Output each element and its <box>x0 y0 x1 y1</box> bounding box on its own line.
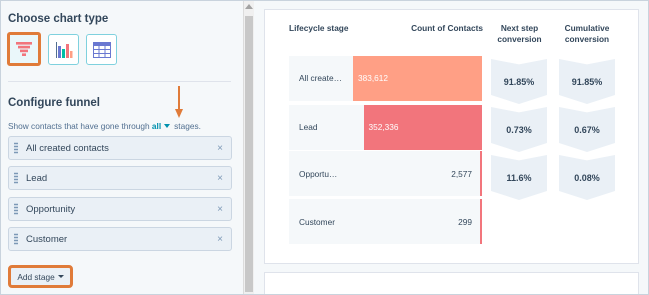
stage-label: Lead <box>26 172 48 184</box>
next-step-conversion-cell: 11.6% <box>491 155 547 200</box>
remove-stage-icon[interactable]: × <box>217 143 223 154</box>
remove-stage-icon[interactable]: × <box>217 204 223 215</box>
drag-handle-icon[interactable] <box>14 172 18 184</box>
chevron-down-icon <box>164 124 171 129</box>
header-lifecycle-stage: Lifecycle stage <box>289 23 349 33</box>
stage-item[interactable]: Opportunity × <box>8 197 232 221</box>
header-count-of-contacts: Count of Contacts <box>411 23 483 33</box>
bar-value-label: 352,336 <box>368 122 399 132</box>
stage-item[interactable]: Lead × <box>8 166 232 190</box>
remove-stage-icon[interactable]: × <box>217 173 223 184</box>
chart-type-selector <box>7 32 117 66</box>
stage-filter-dropdown[interactable]: all <box>152 121 174 131</box>
row-stage-label: Opportu… <box>299 169 338 179</box>
bar-chart-button[interactable] <box>48 34 79 65</box>
drag-handle-icon[interactable] <box>14 142 18 154</box>
row-stage-label: Customer <box>299 217 335 227</box>
conversion-value: 0.08% <box>574 172 600 183</box>
remove-stage-icon[interactable]: × <box>217 234 223 245</box>
section-divider <box>8 81 231 82</box>
table-chart-icon <box>92 41 111 58</box>
bar-value-label: 299 <box>458 217 472 227</box>
funnel-chart-button[interactable] <box>7 32 41 66</box>
funnel-bar[interactable] <box>480 199 482 244</box>
conversion-value: 91.85% <box>503 76 535 87</box>
description-suffix: stages. <box>174 121 201 131</box>
chevron-down-icon <box>57 275 64 278</box>
add-stage-label: Add stage <box>17 271 55 282</box>
stage-filter-value: all <box>151 121 162 131</box>
row-stage-label: All create… <box>299 73 342 83</box>
bar-chart-icon <box>55 41 72 58</box>
conversion-value: 0.67% <box>574 124 600 135</box>
cumulative-conversion-cell: 91.85% <box>559 59 615 104</box>
stage-item[interactable]: Customer × <box>8 227 232 251</box>
stage-filter-description: Show contacts that have gone through all… <box>8 121 201 131</box>
cumulative-conversion-cell: 0.67% <box>559 107 615 152</box>
stage-label: Opportunity <box>26 203 76 215</box>
next-step-conversion-cell: 91.85% <box>491 59 547 104</box>
add-stage-button[interactable]: Add stage <box>8 265 73 288</box>
secondary-card <box>264 272 639 294</box>
stage-label: Customer <box>26 233 68 245</box>
funnel-chart-icon <box>16 42 32 56</box>
stage-item[interactable]: All created contacts × <box>8 136 232 160</box>
bar-value-label: 2,577 <box>451 169 472 179</box>
header-next-step-conversion: Next step conversion <box>497 23 542 44</box>
next-step-conversion-cell: 0.73% <box>491 107 547 152</box>
drag-handle-icon[interactable] <box>14 203 18 215</box>
cumulative-conversion-cell: 0.08% <box>559 155 615 200</box>
bar-value-label: 383,612 <box>358 73 388 83</box>
drag-handle-icon[interactable] <box>14 233 18 245</box>
configure-funnel-title: Configure funnel <box>8 97 100 109</box>
stage-label: All created contacts <box>26 142 109 154</box>
conversion-value: 91.85% <box>571 76 603 87</box>
funnel-bar[interactable] <box>480 151 482 196</box>
header-cumulative-conversion: Cumulative conversion <box>564 23 610 44</box>
scroll-up-icon[interactable] <box>245 4 253 9</box>
chart-type-title: Choose chart type <box>8 13 109 25</box>
conversion-value: 0.73% <box>506 124 532 135</box>
table-chart-button[interactable] <box>86 34 117 65</box>
annotation-arrow-icon <box>175 86 183 118</box>
description-prefix: Show contacts that have gone through <box>8 121 150 131</box>
row-stage-label: Lead <box>299 122 318 132</box>
conversion-value: 11.6% <box>506 172 532 183</box>
scrollbar-thumb[interactable] <box>245 16 253 292</box>
